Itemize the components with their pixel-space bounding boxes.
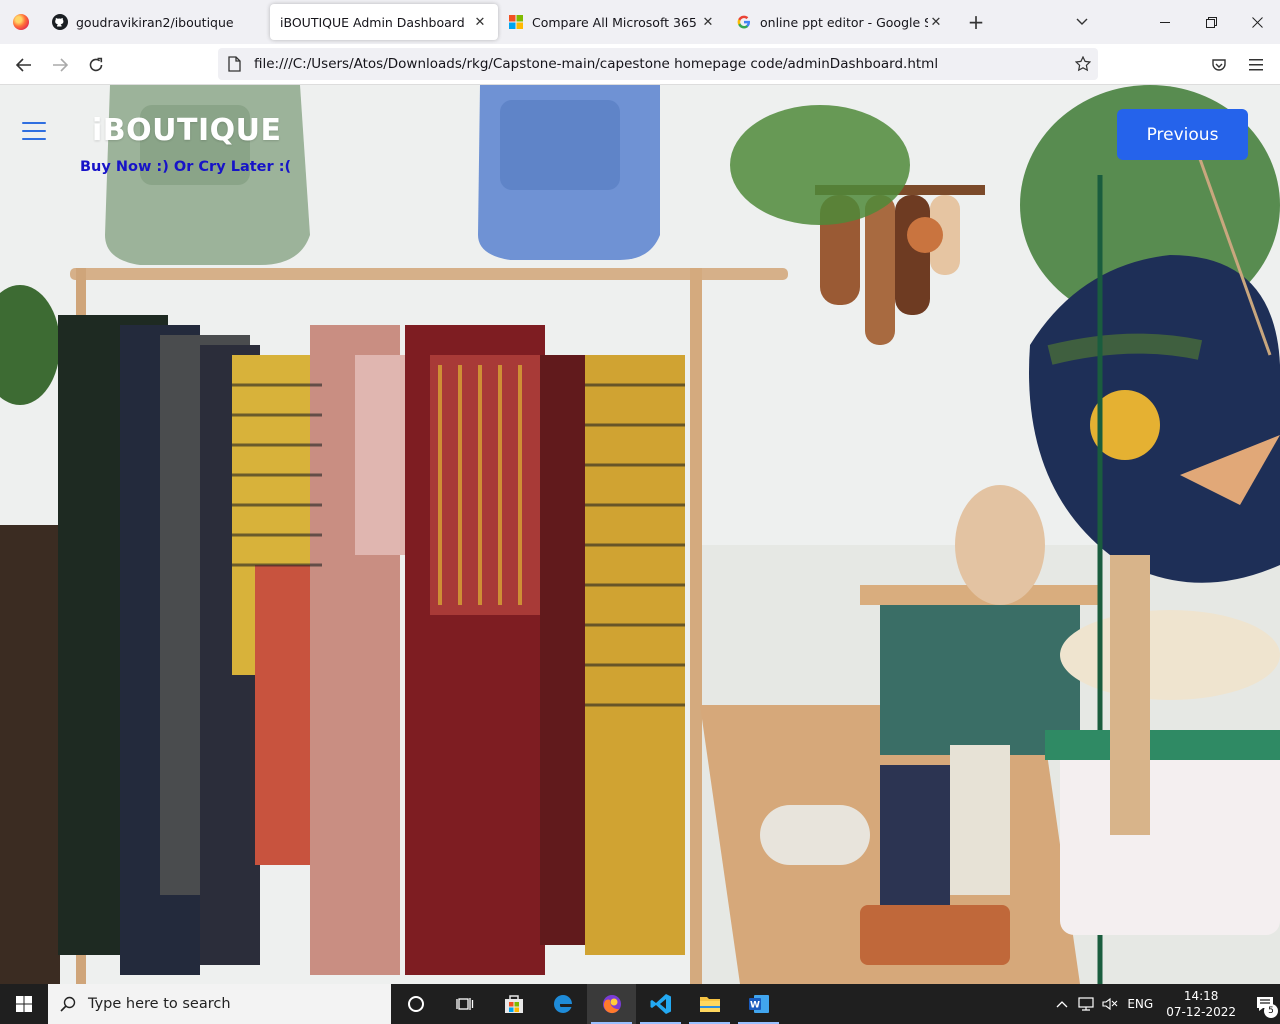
tab-google[interactable]: online ppt editor - Google Search ✕ (726, 4, 954, 40)
boutique-background-photo (0, 85, 1280, 984)
windows-start-icon[interactable] (0, 984, 48, 1024)
github-icon (52, 14, 68, 30)
tab-title: Compare All Microsoft 365 Plans (532, 14, 700, 30)
address-bar[interactable]: file:///C:/Users/Atos/Downloads/rkg/Caps… (218, 48, 1098, 80)
firefox-menu-icon[interactable] (0, 0, 42, 44)
vscode-icon[interactable] (636, 984, 685, 1024)
admin-dashboard-page: iBOUTIQUE Buy Now :) Or Cry Later :( Pre… (0, 85, 1280, 984)
task-view-icon[interactable] (440, 984, 489, 1024)
volume-muted-icon[interactable] (1098, 997, 1122, 1011)
action-center-icon[interactable]: 5 (1250, 996, 1280, 1018)
show-hidden-icons-icon[interactable] (1050, 1000, 1074, 1008)
brand-logo[interactable]: iBOUTIQUE (92, 113, 282, 148)
store-icon[interactable] (489, 984, 538, 1024)
cortana-icon[interactable] (391, 984, 440, 1024)
new-tab-icon[interactable]: + (958, 4, 994, 40)
close-window-icon[interactable] (1234, 0, 1280, 44)
minimize-icon[interactable] (1142, 0, 1188, 44)
list-all-tabs-icon[interactable] (1068, 10, 1096, 34)
tab-microsoft[interactable]: Compare All Microsoft 365 Plans ✕ (498, 4, 726, 40)
clock-date: 07-12-2022 (1166, 1005, 1236, 1019)
tab-admin-dashboard[interactable]: iBOUTIQUE Admin Dashboard ✕ (270, 4, 498, 40)
previous-button[interactable]: Previous (1117, 109, 1248, 160)
reload-icon[interactable] (81, 50, 111, 80)
browser-tab-strip: goudravikiran2/iboutique iBOUTIQUE Admin… (0, 0, 1280, 44)
word-icon[interactable]: W (734, 984, 783, 1024)
restore-icon[interactable] (1188, 0, 1234, 44)
tab-github[interactable]: goudravikiran2/iboutique (42, 4, 270, 40)
page-icon (228, 56, 244, 72)
tagline: Buy Now :) Or Cry Later :( (80, 159, 292, 175)
system-tray: ENG 14:18 07-12-2022 5 (1050, 984, 1280, 1024)
taskbar-search-input[interactable]: Type here to search (48, 984, 391, 1024)
close-tab-icon[interactable]: ✕ (928, 14, 944, 30)
notification-count-badge: 5 (1264, 1004, 1278, 1018)
navigation-toolbar: file:///C:/Users/Atos/Downloads/rkg/Caps… (0, 44, 1280, 85)
tab-title: online ppt editor - Google Search (760, 14, 928, 30)
app-menu-icon[interactable] (1241, 50, 1271, 80)
network-icon[interactable] (1074, 997, 1098, 1011)
edge-icon[interactable] (538, 984, 587, 1024)
close-tab-icon[interactable]: ✕ (700, 14, 716, 30)
search-icon (60, 996, 76, 1012)
close-tab-icon[interactable]: ✕ (472, 14, 488, 30)
back-icon[interactable] (9, 50, 39, 80)
file-explorer-icon[interactable] (685, 984, 734, 1024)
forward-icon[interactable] (45, 50, 75, 80)
search-placeholder: Type here to search (88, 996, 231, 1012)
tab-title: goudravikiran2/iboutique (76, 14, 234, 30)
url-text[interactable]: file:///C:/Users/Atos/Downloads/rkg/Caps… (254, 56, 1068, 72)
clock-time: 14:18 (1183, 989, 1219, 1003)
firefox-taskbar-icon[interactable] (587, 984, 636, 1024)
language-indicator[interactable]: ENG (1122, 997, 1158, 1011)
svg-text:W: W (750, 1001, 760, 1011)
microsoft-icon (508, 14, 524, 30)
pocket-icon[interactable] (1204, 50, 1234, 80)
tab-title: iBOUTIQUE Admin Dashboard (280, 14, 465, 30)
clock[interactable]: 14:18 07-12-2022 (1166, 988, 1236, 1020)
windows-taskbar: Type here to search W ENG 14:18 07-12-20… (0, 984, 1280, 1024)
hamburger-menu-icon[interactable] (22, 122, 46, 140)
bookmark-star-icon[interactable] (1068, 56, 1098, 72)
google-icon (736, 14, 752, 30)
